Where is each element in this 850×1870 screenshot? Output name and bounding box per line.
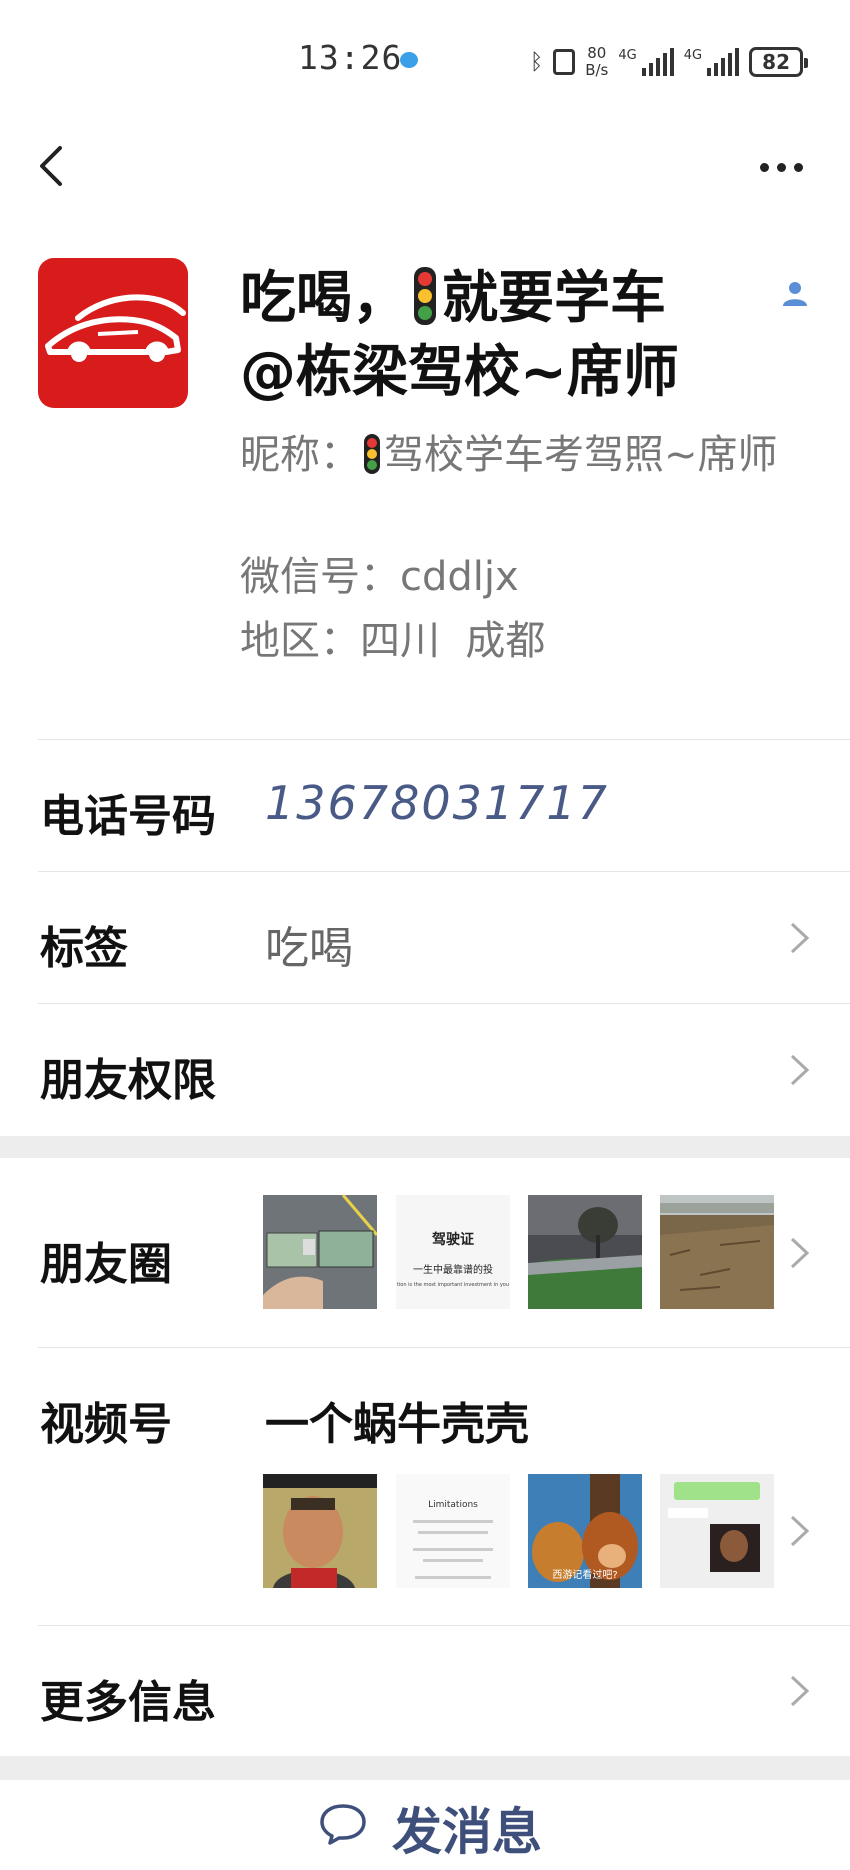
- car-logo-icon: [45, 294, 186, 362]
- channel-thumb-1[interactable]: [263, 1474, 377, 1588]
- chat-bubble-icon: [320, 1804, 366, 1845]
- send-message-button[interactable]: 发消息: [0, 1780, 850, 1870]
- status-time: 13:26: [298, 38, 403, 77]
- moments-thumb-2-title: 驾驶证: [432, 1232, 474, 1248]
- friend-permission-row[interactable]: 朋友权限: [0, 1004, 850, 1136]
- nav-bar: [0, 130, 850, 200]
- avatar[interactable]: [38, 258, 188, 408]
- signal-2-label: 4G: [683, 48, 703, 63]
- moments-label: 朋友圈: [40, 1239, 172, 1290]
- wechat-id-label: 微信号：: [240, 554, 400, 600]
- phone-label: 电话号码: [40, 791, 216, 842]
- send-message-label: 发消息: [392, 1803, 542, 1861]
- more-info-label: 更多信息: [40, 1677, 216, 1728]
- tag-value: 吃喝: [265, 923, 353, 974]
- section-gap: [0, 1136, 850, 1158]
- channel-thumb-2-title: Limitations: [428, 1500, 478, 1510]
- channels-label: 视频号: [40, 1399, 172, 1450]
- region-label: 地区：: [240, 618, 360, 664]
- net-speed-value: 80: [587, 44, 607, 62]
- battery-indicator: 82: [749, 47, 809, 77]
- chevron-right-icon: [790, 1515, 810, 1547]
- contact-person-icon: [783, 282, 807, 306]
- chevron-right-icon: [790, 922, 810, 954]
- channels-row[interactable]: 视频号 一个蜗牛壳壳 Limitations 西游记看过吧?: [0, 1348, 850, 1626]
- contact-name-part1: 吃喝，: [240, 266, 408, 331]
- more-options-icon[interactable]: [760, 152, 810, 182]
- back-arrow-icon[interactable]: [34, 144, 74, 188]
- moments-row[interactable]: 朋友圈 驾驶证 一生中最靠谱的投 tion is the most import…: [0, 1158, 850, 1348]
- tag-row[interactable]: 标签 吃喝: [0, 872, 850, 1004]
- phone-value[interactable]: 13678031717: [265, 776, 609, 830]
- phone-row[interactable]: 电话号码 13678031717: [0, 740, 850, 872]
- region: 地区：四川 成都: [240, 614, 545, 668]
- vibrate-icon: [553, 49, 576, 75]
- moments-thumb-4[interactable]: [660, 1195, 774, 1309]
- message-notification-icon: [400, 52, 418, 68]
- status-bar: 13:26 ᛒ 80 B/s 4G 4G 82: [0, 0, 850, 120]
- moments-thumb-2-line2: tion is the most important investment in…: [396, 1282, 510, 1288]
- channel-thumb-3[interactable]: 西游记看过吧?: [528, 1474, 642, 1588]
- nickname-label: 昵称：: [240, 432, 360, 478]
- net-speed: 80 B/s: [585, 45, 608, 79]
- chevron-right-icon: [790, 1237, 810, 1269]
- chevron-right-icon: [790, 1054, 810, 1086]
- section-gap: [0, 1756, 850, 1780]
- moments-thumb-3[interactable]: [528, 1195, 642, 1309]
- channel-thumb-2[interactable]: Limitations: [396, 1474, 510, 1588]
- region-value: 四川 成都: [360, 618, 546, 664]
- wechat-id: 微信号：cddljx: [240, 550, 519, 604]
- net-speed-unit: B/s: [585, 61, 609, 79]
- status-icons: ᛒ 80 B/s 4G 4G 82: [530, 44, 809, 80]
- traffic-light-icon: [364, 434, 380, 474]
- moments-thumb-2-line1: 一生中最靠谱的投: [413, 1265, 493, 1276]
- moments-thumb-2[interactable]: 驾驶证 一生中最靠谱的投 tion is the most important …: [396, 1195, 510, 1309]
- nickname: 昵称： 驾校学车考驾照~席师: [240, 428, 800, 482]
- traffic-light-icon: [414, 267, 436, 325]
- contact-name-line2: @栋梁驾校~席师: [240, 340, 679, 405]
- more-info-row[interactable]: 更多信息: [0, 1626, 850, 1756]
- channel-thumb-4[interactable]: [660, 1474, 774, 1588]
- signal-icon-2: 4G: [683, 48, 740, 76]
- channels-name: 一个蜗牛壳壳: [265, 1399, 529, 1450]
- bluetooth-icon: ᛒ: [530, 49, 544, 75]
- contact-name-part2: 就要学车: [442, 266, 666, 331]
- chevron-right-icon: [790, 1675, 810, 1707]
- nickname-value: 驾校学车考驾照~席师: [384, 432, 778, 478]
- channel-thumb-3-caption: 西游记看过吧?: [552, 1570, 618, 1581]
- moments-thumb-1[interactable]: [263, 1195, 377, 1309]
- tag-label: 标签: [40, 923, 128, 974]
- friend-permission-label: 朋友权限: [40, 1055, 216, 1106]
- signal-1-label: 4G: [618, 48, 637, 63]
- wechat-id-value[interactable]: cddljx: [400, 554, 519, 600]
- signal-icon-1: 4G: [618, 48, 674, 76]
- contact-name: 吃喝， 就要学车 @栋梁驾校~席师: [240, 262, 820, 410]
